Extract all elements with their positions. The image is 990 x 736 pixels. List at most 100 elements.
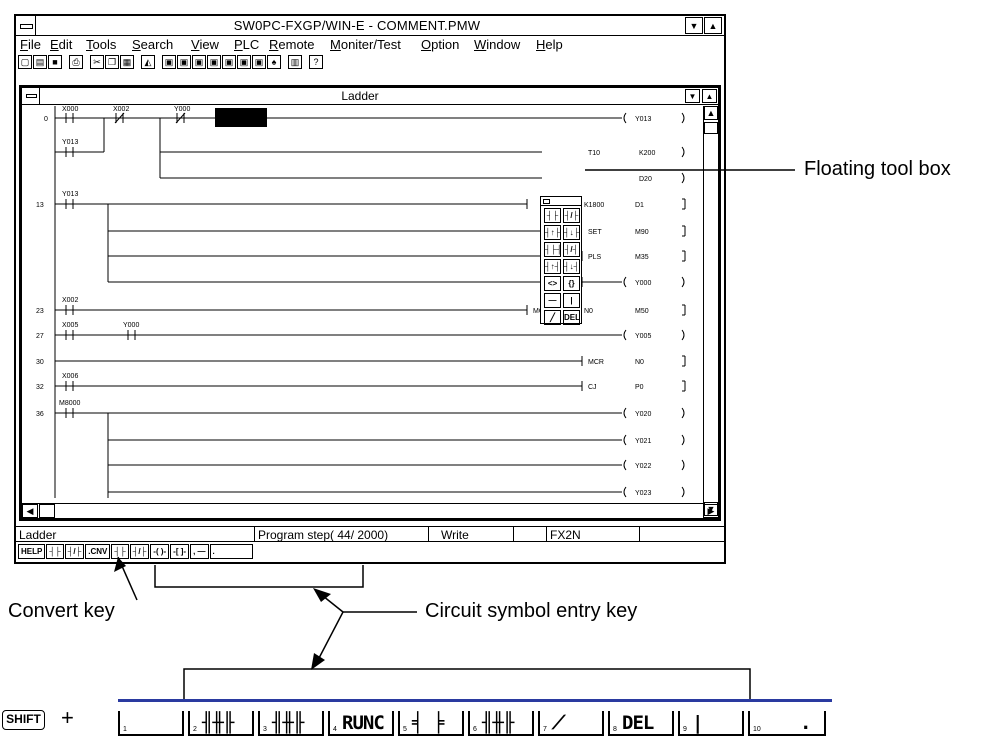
ladder-minimize-button[interactable]: ▼ — [685, 89, 700, 103]
instruction-arg: M90 — [635, 229, 649, 236]
floating-tool-box[interactable]: ┤├ ┤/├ ┤↑├ ┤↓├ ┤├┤ ┤/┤ ┤↑┤ ┤↓┤ <> {} — |… — [540, 196, 582, 325]
open-file-icon[interactable]: ▤ — [33, 55, 47, 69]
edit-cursor — [215, 108, 267, 127]
menu-tools[interactable]: Tools — [86, 37, 116, 52]
menu-moniter-test[interactable]: Moniter/Test — [330, 37, 401, 52]
param-view-icon[interactable]: ▣ — [252, 55, 266, 69]
fkey-nc-contact[interactable]: ┤/├ — [129, 544, 150, 559]
shift-key-6[interactable]: 6 ╢╫╟ — [468, 711, 534, 736]
instruction-op: PLS — [588, 254, 602, 261]
sfc-view-icon[interactable]: ▣ — [192, 55, 206, 69]
menu-plc[interactable]: PLC — [234, 37, 259, 52]
list-view-icon[interactable]: ▣ — [177, 55, 191, 69]
ladder-system-menu-icon[interactable] — [22, 88, 40, 104]
fkey-instruction[interactable]: -[ ]- — [170, 544, 190, 559]
coil-label: Y022 — [635, 463, 651, 470]
maximize-button[interactable]: ▲ — [704, 17, 722, 34]
instruction-op: MCR — [588, 359, 604, 366]
step-number: 36 — [36, 411, 44, 418]
contact-label: M8000 — [59, 400, 81, 407]
convert-key[interactable]: .CNV — [85, 544, 111, 559]
horizontal-scrollbar[interactable]: ◀ ▶ — [22, 503, 719, 518]
menu-edit[interactable]: Edit — [50, 37, 72, 52]
shift-key-3[interactable]: 3 ╢╫╟ — [258, 711, 324, 736]
step-number: 13 — [36, 202, 44, 209]
status-bar: Ladder Program step( 44/ 2000) Write FX2… — [16, 526, 724, 542]
shift-key[interactable]: SHIFT — [2, 710, 45, 730]
menu-remote[interactable]: Remote — [269, 37, 315, 52]
menu-bar: File Edit Tools Search View PLC Remote M… — [16, 37, 724, 54]
shift-key-1[interactable]: 1 — [118, 711, 184, 736]
help-icon[interactable]: ? — [309, 55, 323, 69]
fkey-1[interactable]: ┤├ — [46, 544, 64, 559]
fkey-help[interactable]: HELP — [18, 544, 46, 559]
toolbox-button[interactable]: — — [544, 293, 561, 308]
menu-window[interactable]: Window — [474, 37, 520, 52]
fkey-coil[interactable]: -( )- — [150, 544, 170, 559]
vertical-scrollbar[interactable]: ▲ ▼ — [703, 106, 718, 516]
shift-key-4[interactable]: 4 RUNC — [328, 711, 394, 736]
shift-key-9[interactable]: 9 | — [678, 711, 744, 736]
shift-key-2[interactable]: 2 ╢╫╟ — [188, 711, 254, 736]
status-access: Write — [441, 528, 469, 542]
toolbox-button[interactable]: ┤↓┤ — [563, 259, 580, 274]
toolbox-button[interactable]: ┤↑├ — [544, 225, 561, 240]
cut-icon[interactable]: ✂ — [90, 55, 104, 69]
system-menu-icon[interactable] — [16, 16, 36, 35]
shift-key-8[interactable]: 8 DEL — [608, 711, 674, 736]
status-plc-type: FX2N — [550, 528, 581, 542]
title-bar[interactable]: SW0PC-FXGP/WIN-E - COMMENT.PMW ▼ ▲ — [16, 16, 724, 36]
step-number: 32 — [36, 384, 44, 391]
scroll-up-icon[interactable]: ▲ — [704, 106, 718, 120]
ladder-diagram[interactable]: 0 13 23 27 30 32 36 X000 X002 Y000 Y013 … — [22, 106, 703, 498]
toolbox-button[interactable]: ┤/├ — [563, 208, 580, 223]
minimize-button[interactable]: ▼ — [685, 17, 703, 34]
toolbox-button[interactable]: DEL — [563, 310, 580, 325]
ladder-title-bar[interactable]: Ladder ▼ ▲ — [22, 88, 718, 105]
copy-icon[interactable]: ❐ — [105, 55, 119, 69]
ladder-view-icon[interactable]: ▣ — [162, 55, 176, 69]
save-icon[interactable]: ■ — [48, 55, 62, 69]
toolbox-button[interactable]: ┤↓├ — [563, 225, 580, 240]
fkey-2[interactable]: ┤/├ — [64, 544, 85, 559]
menu-search[interactable]: Search — [132, 37, 173, 52]
menu-option[interactable]: Option — [421, 37, 459, 52]
toolbox-button[interactable]: ╱ — [544, 310, 561, 325]
scroll-right-icon[interactable]: ▶ — [703, 504, 719, 518]
menu-help[interactable]: Help — [536, 37, 563, 52]
device-view-icon[interactable]: ▣ — [222, 55, 236, 69]
plc-icon[interactable]: ◭ — [141, 55, 155, 69]
ladder-window: Ladder ▼ ▲ 0 13 23 27 30 32 36 X000 X002… — [19, 85, 721, 521]
scroll-thumb[interactable] — [704, 122, 718, 134]
toolbox-button[interactable]: {} — [563, 276, 580, 291]
fkey-line[interactable]: , — — [190, 544, 209, 559]
toolbox-button[interactable]: <> — [544, 276, 561, 291]
instruction-arg: P0 — [635, 384, 644, 391]
register-view-icon[interactable]: ▣ — [237, 55, 251, 69]
print-icon[interactable]: ⎙ — [69, 55, 83, 69]
find-icon[interactable]: ♠ — [267, 55, 281, 69]
tool-box-title-bar[interactable] — [541, 197, 581, 206]
ladder-maximize-button[interactable]: ▲ — [702, 89, 717, 103]
paste-icon[interactable]: ▦ — [120, 55, 134, 69]
fkey-contact[interactable]: ┤├ — [111, 544, 129, 559]
toolbox-button[interactable]: ┤├┤ — [544, 242, 562, 257]
new-file-icon[interactable]: ▢ — [18, 55, 32, 69]
comment-view-icon[interactable]: ▣ — [207, 55, 221, 69]
coil-label: Y000 — [635, 280, 651, 287]
toolbox-button[interactable]: | — [563, 293, 580, 308]
shift-key-7[interactable]: 7 ⟋ — [538, 711, 604, 736]
contact-label: Y013 — [62, 139, 78, 146]
contact-label: X002 — [113, 106, 129, 113]
horizontal-scroll-thumb[interactable] — [39, 504, 55, 518]
menu-file[interactable]: File — [20, 37, 41, 52]
toolbox-button[interactable]: ┤↑┤ — [544, 259, 561, 274]
toolbox-button[interactable]: ┤/┤ — [563, 242, 580, 257]
fkey-10[interactable]: . — [209, 544, 253, 559]
toolbox-button[interactable]: ┤├ — [544, 208, 561, 223]
shift-key-5[interactable]: 5 ╡ ╞ — [398, 711, 464, 736]
menu-view[interactable]: View — [191, 37, 219, 52]
shift-key-10[interactable]: 10. — [748, 711, 826, 736]
monitor-icon[interactable]: ▥ — [288, 55, 302, 69]
scroll-left-icon[interactable]: ◀ — [22, 504, 38, 518]
